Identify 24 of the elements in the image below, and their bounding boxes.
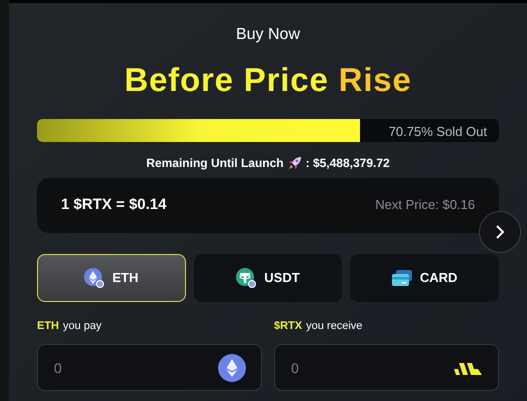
remaining-label: Remaining Until Launch xyxy=(146,154,284,172)
ethereum-icon xyxy=(84,268,104,288)
rocket-icon xyxy=(288,156,302,170)
headline-accent: Rise xyxy=(338,60,412,100)
tether-icon xyxy=(236,268,256,288)
next-button[interactable] xyxy=(479,211,521,253)
amount-field[interactable]: 0 xyxy=(274,344,499,391)
eyebrow-text: Buy Now xyxy=(236,25,300,45)
payment-method-tab[interactable]: CARD xyxy=(350,254,499,302)
card-icon xyxy=(392,268,412,286)
field-label: you pay xyxy=(63,318,102,334)
amount-field[interactable]: 0 xyxy=(37,344,262,391)
chevron-right-icon xyxy=(495,225,505,239)
progress-label: 70.75% Sold Out xyxy=(388,122,487,140)
field-label: you receive xyxy=(306,318,362,334)
currency-label: ETH xyxy=(37,318,59,334)
next-price: Next Price: $0.16 xyxy=(375,196,475,214)
current-price: 1 $RTX = $0.14 xyxy=(61,194,166,215)
ethereum-icon xyxy=(218,354,246,382)
remaining-amount: : $5,488,379.72 xyxy=(306,154,390,172)
currency-label: $RTX xyxy=(274,318,302,334)
headline: Before Price xyxy=(124,60,329,100)
payment-method-tab[interactable]: USDT xyxy=(194,254,342,302)
payment-method-tab[interactable]: ETH xyxy=(37,254,186,302)
